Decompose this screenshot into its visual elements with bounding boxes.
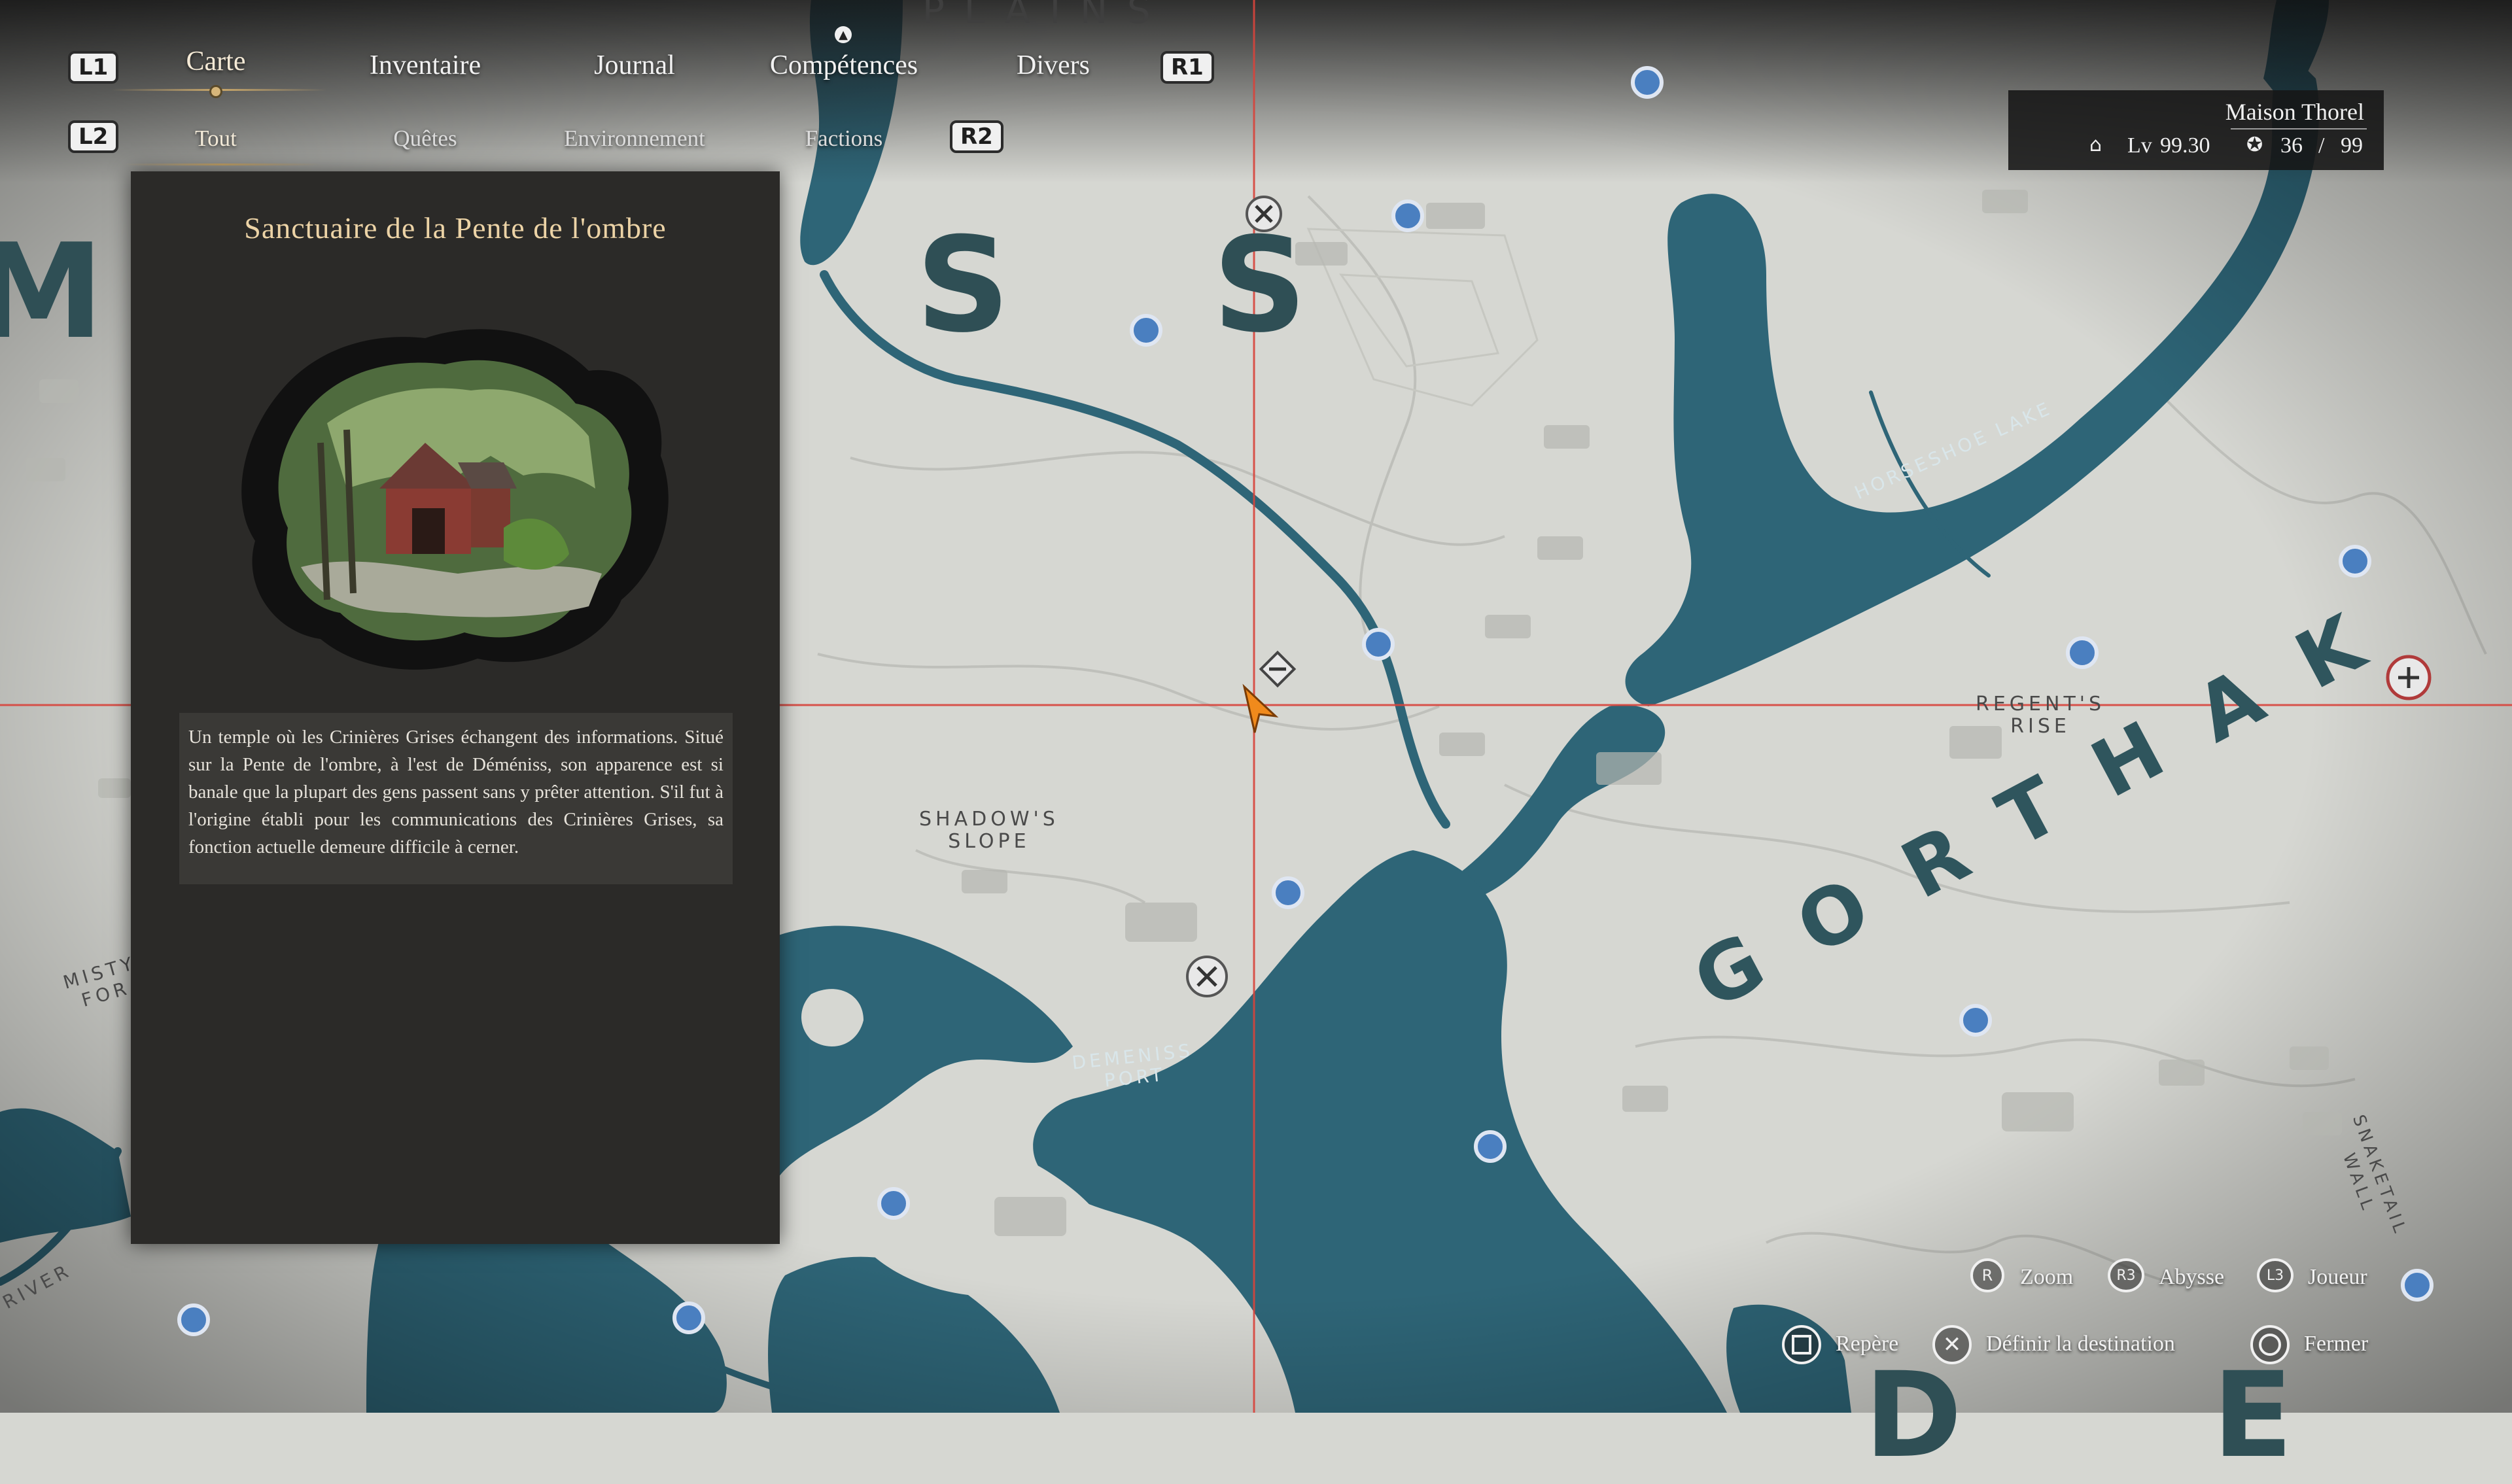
zoom-label: Zoom bbox=[2020, 1265, 2074, 1289]
location-description: Un temple où les Crinières Grises échang… bbox=[188, 727, 724, 857]
map-label-bottom-fragment: D E bbox=[1864, 1347, 2398, 1484]
l2-button[interactable]: L2 bbox=[68, 120, 119, 153]
player-stick-icon: L3 bbox=[2257, 1258, 2294, 1292]
tab-journal[interactable]: Journal bbox=[594, 50, 675, 81]
abyss-stick-icon: R3 bbox=[2108, 1258, 2144, 1292]
level-icon: ⌂ bbox=[2089, 133, 2102, 156]
abyss-count: 36 bbox=[2280, 133, 2303, 158]
location-title: Sanctuaire de la Pente de l'ombre bbox=[244, 211, 667, 245]
tab-active-dot-icon bbox=[209, 85, 222, 98]
location-illustration bbox=[241, 329, 669, 670]
player-divider bbox=[2231, 128, 2367, 129]
abyss-max: 99 bbox=[2341, 133, 2363, 158]
r1-button[interactable]: R1 bbox=[1160, 51, 1214, 84]
subtab-active-underline bbox=[124, 164, 321, 165]
abyss-crest-icon: ✪ bbox=[2246, 133, 2263, 156]
tab-carte[interactable]: Carte bbox=[186, 46, 246, 77]
l1-button[interactable]: L1 bbox=[68, 51, 119, 84]
map-label-plains: PLAINS bbox=[922, 0, 1170, 32]
tab-inventaire[interactable]: Inventaire bbox=[370, 50, 481, 81]
set-destination-label: Définir la destination bbox=[1986, 1332, 2175, 1356]
map-label-shadows-slope: SHADOW'S SLOPE bbox=[919, 808, 1059, 853]
tab-divers[interactable]: Divers bbox=[1017, 50, 1090, 81]
subtab-quetes[interactable]: Quêtes bbox=[393, 126, 457, 152]
r2-button[interactable]: R2 bbox=[950, 120, 1003, 153]
zoom-stick-icon: R bbox=[1970, 1258, 2004, 1292]
close-label: Fermer bbox=[2304, 1332, 2369, 1356]
circle-button-icon[interactable] bbox=[2250, 1325, 2290, 1364]
map-label-region-fragment-top: S S bbox=[916, 209, 1386, 362]
abyss-label: Abysse bbox=[2159, 1265, 2225, 1289]
subtab-tout[interactable]: Tout bbox=[195, 126, 237, 152]
cross-button-icon[interactable]: ✕ bbox=[1932, 1325, 1972, 1364]
map-label-region-fragment-left: M bbox=[0, 216, 105, 368]
subtab-factions[interactable]: Factions bbox=[805, 126, 883, 152]
location-info-panel: Sanctuaire de la Pente de l'ombre Un tem… bbox=[131, 171, 780, 1244]
subtab-environnement[interactable]: Environnement bbox=[564, 126, 705, 152]
tab-competences[interactable]: Compétences bbox=[770, 50, 918, 81]
player-name: Maison Thorel bbox=[2225, 99, 2364, 125]
square-button-icon[interactable] bbox=[1782, 1325, 1821, 1364]
notification-icon: ▲ bbox=[835, 26, 852, 43]
abyss-separator: / bbox=[2318, 133, 2325, 158]
level-value: 99.30 bbox=[2160, 133, 2210, 158]
location-description-box: Un temple où les Crinières Grises échang… bbox=[179, 713, 733, 884]
level-label: Lv bbox=[2127, 133, 2152, 158]
player-info-box: Maison Thorel ⌂ Lv 99.30 ✪ 36 / 99 bbox=[2008, 90, 2384, 170]
marker-label: Repère bbox=[1836, 1332, 1899, 1356]
player-label: Joueur bbox=[2308, 1265, 2367, 1289]
